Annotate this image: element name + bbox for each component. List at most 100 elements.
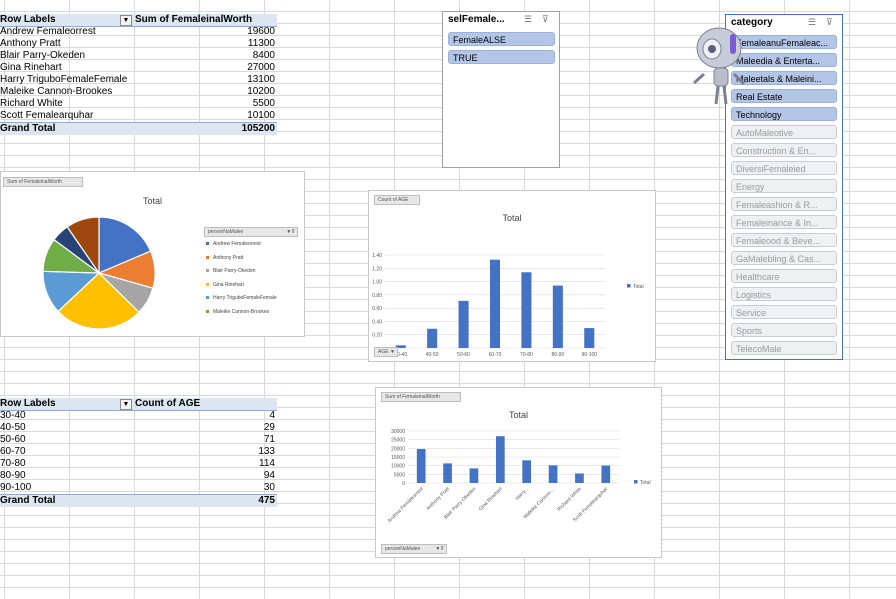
clear-filter-icon[interactable]: ⊽ bbox=[542, 14, 549, 25]
row-value: 71 bbox=[263, 434, 275, 445]
slicer-item[interactable]: GaMalebling & Cas... bbox=[731, 251, 837, 265]
pivot-row[interactable]: Anthony Pratt 11300 bbox=[0, 38, 277, 50]
pivot-row[interactable]: Richard White 5500 bbox=[0, 98, 277, 110]
row-label: 40-50 bbox=[0, 422, 26, 433]
bar[interactable] bbox=[521, 272, 532, 348]
slicer-item[interactable]: DiversiFemaleied bbox=[731, 161, 837, 175]
y-tick-label: 15000 bbox=[391, 455, 405, 461]
bar[interactable] bbox=[427, 328, 438, 348]
y-tick-label: 30000 bbox=[391, 429, 405, 435]
grand-total-label: Grand Total bbox=[0, 123, 56, 134]
pivot-row[interactable]: Andrew Femaleorrest 19600 bbox=[0, 26, 277, 38]
pivot-row[interactable]: 50-60 71 bbox=[0, 434, 277, 446]
row-label: Harry TriguboFemaleFemale bbox=[0, 74, 128, 85]
legend-entry[interactable]: Anthony Pratt bbox=[206, 255, 243, 261]
slicer-item[interactable]: TelecoMale bbox=[731, 341, 837, 355]
legend-entry[interactable]: Maleike Cannon-Brookes bbox=[206, 309, 269, 315]
x-tick-label: 80-90 bbox=[551, 352, 564, 358]
bar[interactable] bbox=[458, 300, 469, 348]
legend-swatch bbox=[206, 255, 209, 259]
pivot-row[interactable]: 60-70 133 bbox=[0, 446, 277, 458]
bar-chart-networth[interactable]: Sum of FemaleinalWorth Total 0 5000 10000 1… bbox=[375, 387, 662, 558]
row-value: 8400 bbox=[252, 50, 275, 61]
pivot-row[interactable]: 70-80 114 bbox=[0, 458, 277, 470]
bar-chart-age[interactable]: Count of AGE Total -0.200.400.600.801.00… bbox=[368, 190, 656, 362]
pivot-row[interactable]: Blair Parry-Okeden 8400 bbox=[0, 50, 277, 62]
y-tick-label: 5000 bbox=[394, 472, 405, 478]
bar[interactable] bbox=[548, 465, 558, 483]
pivot-table-networth[interactable]: Row Labels ▼ Sum of FemaleinalWorth Andr… bbox=[0, 14, 277, 136]
slicer-item[interactable]: Femaleood & Beve... bbox=[731, 233, 837, 247]
slicer-item[interactable]: Sports bbox=[731, 323, 837, 337]
pivot-row[interactable]: 90-100 30 bbox=[0, 482, 277, 494]
clear-filter-icon[interactable]: ⊽ bbox=[826, 17, 833, 28]
row-value: 27000 bbox=[247, 62, 275, 73]
bar[interactable] bbox=[522, 460, 532, 483]
legend-swatch bbox=[206, 309, 209, 313]
legend-entry[interactable]: Gina Rinehart bbox=[206, 282, 244, 288]
slicer-item[interactable]: Logistics bbox=[731, 287, 837, 301]
pivot-row[interactable]: 40-50 29 bbox=[0, 422, 277, 434]
slicer-item[interactable]: Construction & En... bbox=[731, 143, 837, 157]
y-tick-label: 1.20 bbox=[372, 266, 382, 272]
y-tick-label: 20000 bbox=[391, 446, 405, 452]
bar[interactable] bbox=[495, 436, 505, 483]
bar[interactable] bbox=[469, 468, 479, 483]
pivot-row[interactable]: Maleike Cannon-Brookes 10200 bbox=[0, 86, 277, 98]
x-tick-label: Andrew Femaleorrest bbox=[387, 486, 425, 524]
slicer-item[interactable]: AutoMaleotive bbox=[731, 125, 837, 139]
pie-chart-networth[interactable]: Sum of FemaleinalWorth Total personNaMal… bbox=[0, 171, 305, 337]
row-value: 10200 bbox=[247, 86, 275, 97]
y-tick-label: 25000 bbox=[391, 438, 405, 444]
row-filter-button[interactable]: ▼ bbox=[120, 15, 132, 26]
row-filter-button[interactable]: ▼ bbox=[120, 399, 132, 410]
legend-entry[interactable]: Blair Parry-Okeden bbox=[206, 268, 256, 274]
bar[interactable] bbox=[416, 449, 426, 483]
office-assistant-robot[interactable] bbox=[690, 26, 748, 106]
legend-label[interactable]: Total bbox=[633, 284, 644, 290]
pivot-row[interactable]: 80-90 94 bbox=[0, 470, 277, 482]
bar[interactable] bbox=[443, 463, 452, 483]
x-tick-label: 50-60 bbox=[457, 352, 470, 358]
axis-field-button[interactable]: personNaMalee ▼⊽ bbox=[381, 544, 447, 554]
legend-label[interactable]: Total bbox=[640, 480, 651, 486]
slicer-title: selFemale... bbox=[448, 14, 505, 25]
legend-label: Gina Rinehart bbox=[213, 281, 244, 288]
row-label: Scott Femalearquhar bbox=[0, 110, 94, 121]
legend-label: Harry TriguboFemaleFemale bbox=[213, 295, 277, 301]
pivot-table-age[interactable]: Row Labels ▼ Count of AGE 30-40 4 40-50 29 5… bbox=[0, 398, 277, 508]
slicer-item[interactable]: Energy bbox=[731, 179, 837, 193]
bar[interactable] bbox=[489, 259, 501, 348]
row-label: Anthony Pratt bbox=[0, 38, 61, 49]
legend-swatch bbox=[206, 269, 209, 273]
grand-total-value: 105200 bbox=[241, 123, 275, 134]
bar[interactable] bbox=[575, 473, 584, 483]
legend-entry[interactable]: Harry TriguboFemaleFemale bbox=[206, 295, 277, 301]
y-tick-label: 0.60 bbox=[372, 306, 382, 312]
multi-select-icon[interactable]: ☰ bbox=[524, 14, 532, 25]
slicer-item[interactable]: Technology bbox=[731, 107, 837, 121]
slicer-item[interactable]: Femaleashion & R... bbox=[731, 197, 837, 211]
grand-total-row[interactable]: Grand Total 475 bbox=[0, 494, 277, 507]
multi-select-icon[interactable]: ☰ bbox=[808, 17, 816, 28]
pivot-row[interactable]: Harry TriguboFemaleFemale 13100 bbox=[0, 74, 277, 86]
slicer-item[interactable]: Healthcare bbox=[731, 269, 837, 283]
axis-field-button[interactable]: AGE ▼ bbox=[374, 347, 398, 357]
slicer-item[interactable]: Service bbox=[731, 305, 837, 319]
pivot-row[interactable]: 30-40 4 bbox=[0, 410, 277, 422]
row-label: 90-100 bbox=[0, 482, 32, 493]
legend-field-button[interactable]: personNaMalee ▼⊽ bbox=[204, 227, 298, 237]
slicer-item[interactable]: Femaleinance & In... bbox=[731, 215, 837, 229]
bar[interactable] bbox=[584, 328, 595, 348]
legend-entry[interactable]: Andrew Femaleorrest bbox=[206, 241, 261, 247]
slicer-item[interactable]: FemaleALSE bbox=[448, 32, 555, 46]
slicer-self-made[interactable]: selFemale... ☰ ⊽ FemaleALSE TRUE bbox=[442, 11, 560, 168]
x-tick-label: Anthony Pratt bbox=[425, 486, 451, 512]
slicer-item[interactable]: TRUE bbox=[448, 50, 555, 64]
bar[interactable] bbox=[552, 285, 563, 348]
bar[interactable] bbox=[601, 465, 611, 483]
pivot-row[interactable]: Scott Femalearquhar 10100 bbox=[0, 110, 277, 122]
row-value: 5500 bbox=[252, 98, 275, 109]
pivot-row[interactable]: Gina Rinehart 27000 bbox=[0, 62, 277, 74]
grand-total-row[interactable]: Grand Total 105200 bbox=[0, 122, 277, 135]
